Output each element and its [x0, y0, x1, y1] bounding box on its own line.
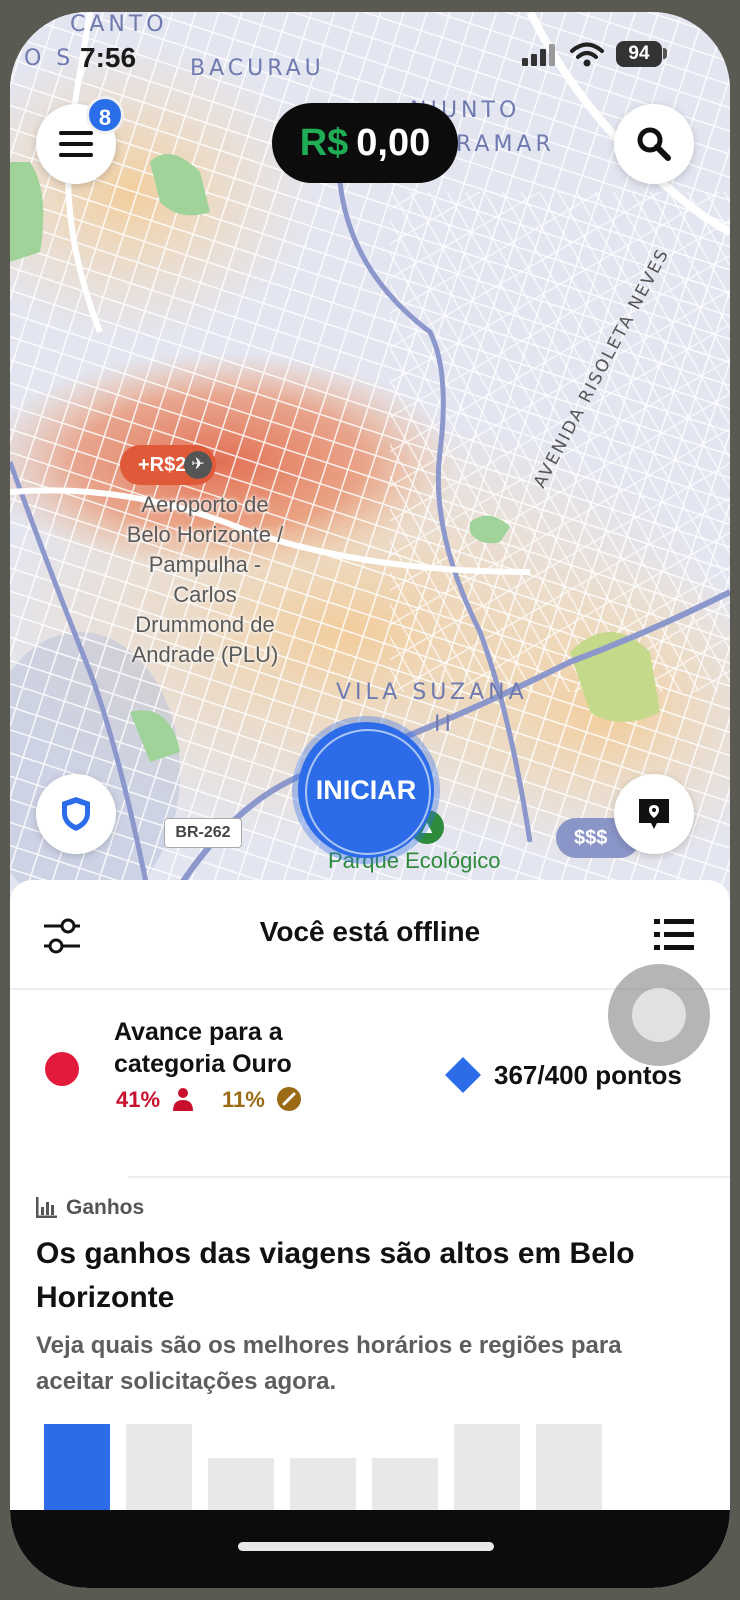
earnings-value: 0,00	[356, 121, 431, 164]
cancel-rate-value: 11%	[222, 1087, 265, 1112]
surge-tag-label: +R$2	[138, 454, 187, 476]
card-title: Os ganhos das viagens são altos em Belo …	[36, 1237, 635, 1314]
chart-bar	[44, 1424, 110, 1514]
map-label-miramar: RAMAR	[456, 132, 555, 157]
earnings-currency: R$	[299, 121, 349, 164]
person-icon	[173, 1088, 194, 1111]
phone-screen: CANTO O S BACURAU NJUNTO RAMAR VILA SUZA…	[10, 12, 730, 1588]
tier-dot	[45, 1052, 79, 1086]
promo-title: Avance para a categoria Ouro	[114, 1018, 292, 1078]
surge-tag[interactable]: +R$2 ✈	[120, 445, 216, 485]
diamond-icon	[445, 1057, 481, 1093]
airport-label: Aeroporto de Belo Horizonte / Pampulha -…	[126, 492, 284, 667]
plane-icon: ✈	[184, 451, 212, 479]
map-label-canto2: O S	[24, 46, 75, 71]
home-indicator[interactable]	[238, 1542, 494, 1551]
chart-bar	[372, 1458, 438, 1514]
chart-bar	[126, 1424, 192, 1514]
acceptance-rate-value: 41%	[116, 1087, 161, 1112]
map-label-bacurau: BACURAU	[190, 56, 325, 81]
menu-icon	[59, 131, 93, 157]
map-pin-icon	[639, 799, 669, 829]
earnings-pill[interactable]: R$ 0,00	[272, 103, 458, 183]
cancel-icon	[276, 1087, 301, 1111]
status-time: 7:56	[80, 42, 137, 73]
chart-bar	[536, 1424, 602, 1514]
map-label-vila-suzana-2: II	[434, 712, 455, 737]
chart-bar	[454, 1424, 520, 1514]
battery-indicator: 94	[616, 41, 662, 67]
search-button[interactable]	[614, 104, 694, 184]
safety-button[interactable]	[36, 774, 116, 854]
shield-icon	[62, 797, 90, 831]
road-shield: BR-262	[164, 818, 242, 848]
section-tag: Ganhos	[66, 1196, 145, 1219]
list-icon	[654, 919, 694, 950]
map-label-canto: CANTO	[70, 12, 168, 37]
chart-bar	[208, 1458, 274, 1514]
search-icon	[637, 127, 671, 161]
chart-bar	[290, 1458, 356, 1514]
notification-badge: 8	[86, 96, 124, 134]
start-button-label: INICIAR	[315, 774, 417, 805]
card-subtitle: Veja quais são os melhores horários e re…	[36, 1332, 622, 1395]
battery-tip	[663, 48, 667, 59]
map-label-vila-suzana: VILA SUZANA	[336, 680, 528, 705]
start-button[interactable]: INICIAR	[298, 722, 434, 858]
acceptance-rate: 41%	[116, 1087, 194, 1113]
signal-icon	[522, 44, 555, 66]
divider	[128, 1176, 730, 1178]
wifi-icon	[570, 42, 604, 67]
cancel-rate: 11%	[222, 1087, 301, 1113]
assistive-touch[interactable]	[608, 964, 710, 1066]
status-title: Você está offline	[259, 916, 481, 947]
list-button[interactable]	[654, 918, 694, 952]
destination-button[interactable]	[614, 774, 694, 854]
chart-icon	[36, 1197, 57, 1218]
